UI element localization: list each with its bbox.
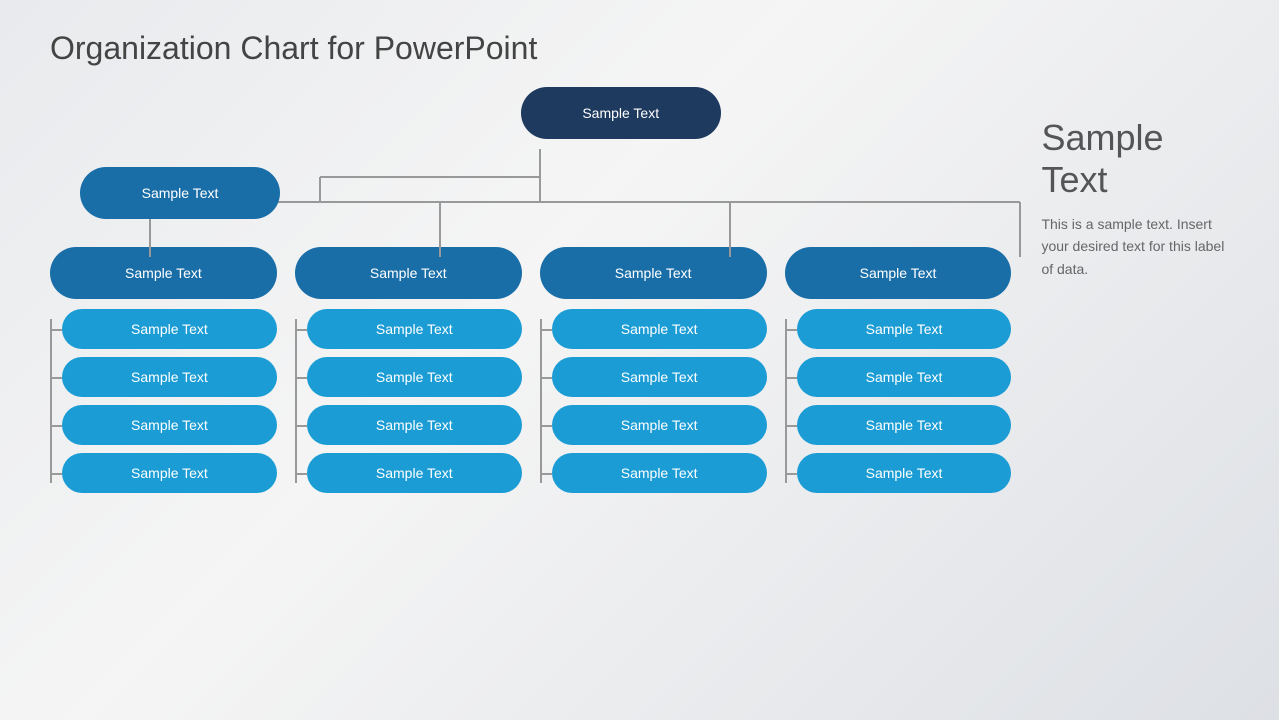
col-3-header[interactable]: Sample Text (540, 247, 767, 299)
top-node-row: Sample Text (50, 87, 1011, 139)
col-1-item-3[interactable]: Sample Text (62, 405, 277, 445)
column-3: Sample Text Sample Text Sample Text Samp… (540, 247, 767, 493)
second-node[interactable]: Sample Text (80, 167, 280, 219)
col-4-items: Sample Text Sample Text Sample Text Samp… (785, 309, 1012, 493)
col-2-header[interactable]: Sample Text (295, 247, 522, 299)
chart-area: Sample Text Sample Text Sample Text Samp… (50, 87, 1229, 493)
org-chart: Sample Text Sample Text Sample Text Samp… (50, 87, 1011, 493)
col-4-item-3[interactable]: Sample Text (797, 405, 1012, 445)
second-node-row: Sample Text (50, 167, 1011, 219)
page-title: Organization Chart for PowerPoint (50, 30, 1229, 67)
col-4-item-2[interactable]: Sample Text (797, 357, 1012, 397)
col-3-item-1[interactable]: Sample Text (552, 309, 767, 349)
col-2-items: Sample Text Sample Text Sample Text Samp… (295, 309, 522, 493)
col-3-item-3[interactable]: Sample Text (552, 405, 767, 445)
col-4-item-1[interactable]: Sample Text (797, 309, 1012, 349)
col-3-item-4[interactable]: Sample Text (552, 453, 767, 493)
columns-row: Sample Text Sample Text Sample Text Samp… (50, 247, 1011, 493)
col-2-item-1[interactable]: Sample Text (307, 309, 522, 349)
col-2-item-4[interactable]: Sample Text (307, 453, 522, 493)
col-2-item-3[interactable]: Sample Text (307, 405, 522, 445)
col-1-item-4[interactable]: Sample Text (62, 453, 277, 493)
side-panel-title: Sample Text (1041, 117, 1229, 201)
col-1-item-1[interactable]: Sample Text (62, 309, 277, 349)
col-1-item-2[interactable]: Sample Text (62, 357, 277, 397)
col-4-item-4[interactable]: Sample Text (797, 453, 1012, 493)
col-3-items: Sample Text Sample Text Sample Text Samp… (540, 309, 767, 493)
side-panel: Sample Text This is a sample text. Inser… (1011, 87, 1229, 493)
column-4: Sample Text Sample Text Sample Text Samp… (785, 247, 1012, 493)
column-1: Sample Text Sample Text Sample Text Samp… (50, 247, 277, 493)
col-3-item-2[interactable]: Sample Text (552, 357, 767, 397)
top-node[interactable]: Sample Text (521, 87, 721, 139)
column-2: Sample Text Sample Text Sample Text Samp… (295, 247, 522, 493)
col-1-header[interactable]: Sample Text (50, 247, 277, 299)
side-panel-description: This is a sample text. Insert your desir… (1041, 213, 1229, 280)
page: Organization Chart for PowerPoint (0, 0, 1279, 720)
col-4-header[interactable]: Sample Text (785, 247, 1012, 299)
col-2-item-2[interactable]: Sample Text (307, 357, 522, 397)
col-1-items: Sample Text Sample Text Sample Text Samp… (50, 309, 277, 493)
